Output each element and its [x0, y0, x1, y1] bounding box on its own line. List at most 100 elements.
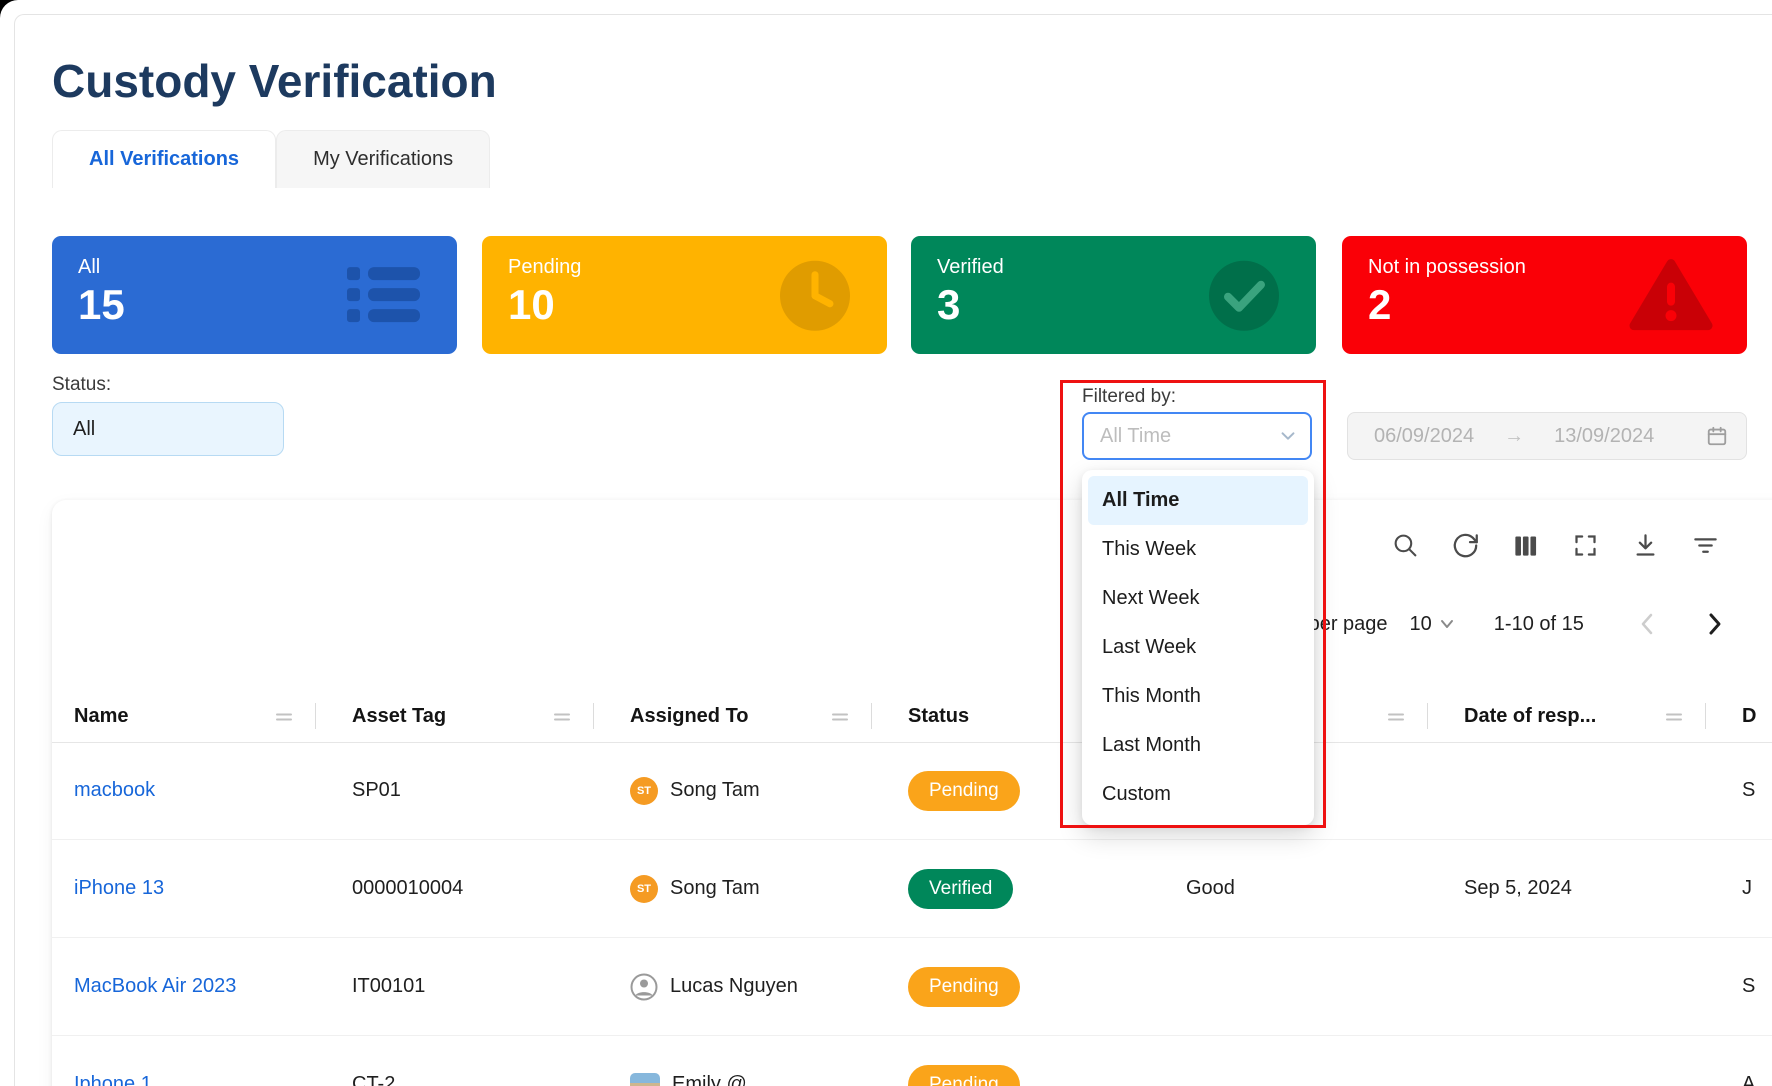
filter-icon[interactable] [1692, 532, 1719, 559]
column-header-label: Asset Tag [352, 705, 446, 728]
column-header-asset-tag[interactable]: Asset Tag [330, 690, 608, 742]
search-icon[interactable] [1392, 532, 1419, 559]
tab-my-verifications-label: My Verifications [313, 148, 453, 171]
date-to-value: 13/09/2024 [1554, 425, 1654, 448]
assigned-to-name: Emily @ [672, 1073, 747, 1086]
asset-name-link[interactable]: macbook [52, 779, 330, 802]
filtered-by-select[interactable]: All Time [1082, 412, 1312, 460]
menu-item-label: This Month [1102, 685, 1201, 708]
asset-tag-value: IT00101 [330, 975, 608, 998]
status-badge: Pending [908, 967, 1020, 1007]
status-filter-label: Status: [52, 374, 111, 396]
column-header-label: Assigned To [630, 705, 749, 728]
condition-value: Good [1164, 877, 1442, 900]
table-row[interactable]: macbook SP01 ST Song Tam Pending S [52, 742, 1772, 840]
table-row[interactable]: Iphone 1 CT-2 Emily @ Pending A [52, 1036, 1772, 1086]
menu-item-this-week[interactable]: This Week [1088, 525, 1308, 574]
date-from-value: 06/09/2024 [1374, 425, 1474, 448]
page-title: Custody Verification [52, 54, 497, 108]
asset-name-link[interactable]: MacBook Air 2023 [52, 975, 330, 998]
status-badge: Verified [908, 869, 1013, 909]
column-resize-handle-icon[interactable] [276, 710, 292, 723]
page-size-value: 10 [1410, 613, 1432, 636]
download-icon[interactable] [1632, 532, 1659, 559]
status-badge: Pending [908, 771, 1020, 811]
column-header-truncated[interactable]: D [1720, 690, 1772, 742]
filtered-by-value: All Time [1100, 425, 1171, 448]
check-circle-icon [1206, 258, 1282, 339]
clock-icon [777, 258, 853, 339]
date-range-arrow-icon: → [1504, 425, 1524, 448]
menu-item-label: This Week [1102, 538, 1196, 561]
column-header-label: Date of resp... [1464, 705, 1596, 728]
truncated-cell-value: S [1720, 975, 1772, 998]
table-body: macbook SP01 ST Song Tam Pending S iPhon… [52, 742, 1772, 1086]
previous-page-icon[interactable] [1636, 611, 1660, 637]
person-icon [630, 973, 658, 1001]
menu-item-this-month[interactable]: This Month [1088, 672, 1308, 721]
assigned-to-name: Lucas Nguyen [670, 975, 798, 998]
date-of-resp-value: Sep 5, 2024 [1442, 877, 1720, 900]
table-header-row: Name Asset Tag Assigned To Status Date o… [52, 690, 1772, 743]
status-filter-value: All [73, 418, 95, 441]
menu-item-next-week[interactable]: Next Week [1088, 574, 1308, 623]
photo-avatar [630, 1073, 660, 1086]
column-divider [1705, 703, 1706, 729]
assigned-to-cell: ST Song Tam [608, 777, 886, 805]
menu-item-last-week[interactable]: Last Week [1088, 623, 1308, 672]
column-header-assigned-to[interactable]: Assigned To [608, 690, 886, 742]
column-resize-handle-icon[interactable] [1388, 710, 1404, 723]
menu-item-all-time[interactable]: All Time [1088, 476, 1308, 525]
column-header-date-of-resp[interactable]: Date of resp... [1442, 690, 1720, 742]
stat-card-verified[interactable]: Verified 3 [911, 236, 1316, 354]
assigned-to-cell: Emily @ [608, 1073, 886, 1086]
table-row[interactable]: iPhone 13 0000010004 ST Song Tam Verifie… [52, 840, 1772, 938]
column-resize-handle-icon[interactable] [1666, 710, 1682, 723]
truncated-cell-value: A [1720, 1073, 1772, 1086]
asset-tag-value: 0000010004 [330, 877, 608, 900]
status-cell: Verified [886, 869, 1164, 909]
asset-name-link[interactable]: iPhone 13 [52, 877, 330, 900]
menu-item-label: Last Week [1102, 636, 1196, 659]
page-size-select[interactable]: 10 [1410, 613, 1454, 636]
asset-name-link[interactable]: Iphone 1 [52, 1073, 330, 1086]
tab-all-verifications-label: All Verifications [89, 148, 239, 171]
avatar: ST [630, 777, 658, 805]
fullscreen-icon[interactable] [1572, 532, 1599, 559]
next-page-icon[interactable] [1702, 611, 1726, 637]
table-row[interactable]: MacBook Air 2023 IT00101 Lucas Nguyen Pe… [52, 938, 1772, 1036]
column-resize-handle-icon[interactable] [554, 710, 570, 723]
column-divider [315, 703, 316, 729]
column-header-label: Name [74, 705, 128, 728]
tab-all-verifications[interactable]: All Verifications [52, 130, 276, 188]
assigned-to-name: Song Tam [670, 877, 760, 900]
menu-item-last-month[interactable]: Last Month [1088, 721, 1308, 770]
truncated-cell-value: S [1720, 779, 1772, 802]
assigned-to-name: Song Tam [670, 779, 760, 802]
status-filter-select[interactable]: All [52, 402, 284, 456]
columns-icon[interactable] [1512, 532, 1539, 559]
menu-item-label: Last Month [1102, 734, 1201, 757]
date-range-picker[interactable]: 06/09/2024 → 13/09/2024 [1347, 412, 1747, 460]
stat-card-all[interactable]: All 15 [52, 236, 457, 354]
stat-card-pending[interactable]: Pending 10 [482, 236, 887, 354]
column-header-label: D [1742, 705, 1756, 728]
truncated-cell-value: J [1720, 877, 1772, 900]
assigned-to-cell: Lucas Nguyen [608, 973, 886, 1001]
column-divider [1427, 703, 1428, 729]
pagination-range: 1-10 of 15 [1494, 613, 1584, 636]
status-badge: Pending [908, 1065, 1020, 1086]
calendar-icon [1706, 425, 1728, 447]
column-resize-handle-icon[interactable] [832, 710, 848, 723]
asset-tag-value: SP01 [330, 779, 608, 802]
status-cell: Pending [886, 967, 1164, 1007]
refresh-icon[interactable] [1452, 532, 1479, 559]
tab-my-verifications[interactable]: My Verifications [276, 130, 490, 188]
caret-down-icon [1440, 619, 1454, 629]
column-header-label: Status [908, 705, 969, 728]
menu-item-custom[interactable]: Custom [1088, 770, 1308, 819]
column-header-name[interactable]: Name [52, 690, 330, 742]
time-filter-menu: All Time This Week Next Week Last Week T… [1082, 470, 1314, 825]
list-icon [347, 264, 423, 331]
stat-card-not-in-possession[interactable]: Not in possession 2 [1342, 236, 1747, 354]
